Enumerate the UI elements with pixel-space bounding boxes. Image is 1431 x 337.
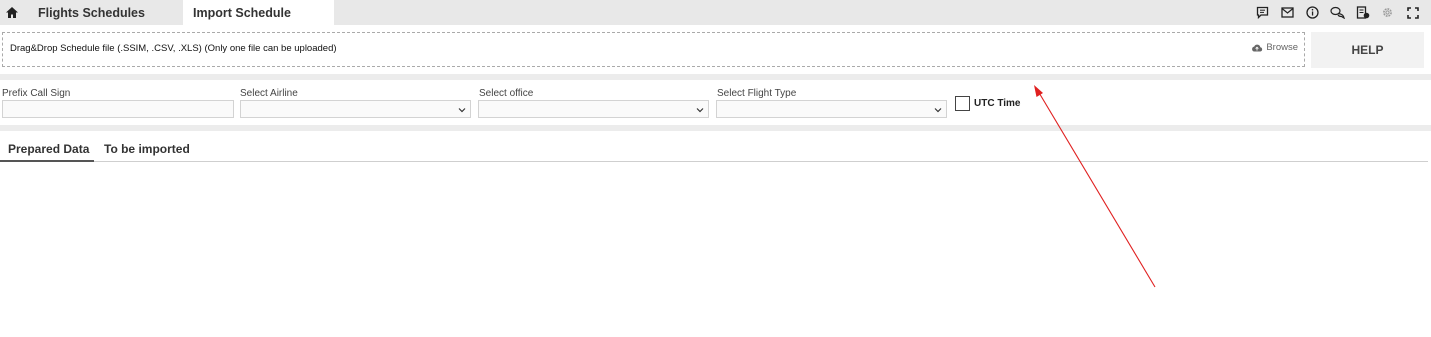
- prefix-call-sign-label: Prefix Call Sign: [2, 88, 71, 99]
- mail-icon: [1281, 7, 1294, 18]
- annotation-arrow-shaft: [1037, 90, 1156, 288]
- report-icon: [1356, 6, 1369, 19]
- info-button[interactable]: [1300, 0, 1325, 25]
- browse-button[interactable]: Browse: [1251, 42, 1298, 53]
- home-icon: [6, 7, 18, 18]
- report-button[interactable]: [1350, 0, 1375, 25]
- tab-strip-border: [0, 161, 1428, 162]
- airline-select-label: Select Airline: [240, 88, 298, 99]
- file-drop-zone[interactable]: Drag&Drop Schedule file (.SSIM, .CSV, .X…: [2, 32, 1305, 67]
- settings-button[interactable]: [1375, 0, 1400, 25]
- tab-to-be-imported[interactable]: To be imported: [104, 142, 190, 156]
- info-icon: [1306, 6, 1319, 19]
- active-tab-indicator: [0, 160, 94, 162]
- mail-button[interactable]: [1275, 0, 1300, 25]
- flight-type-select-label: Select Flight Type: [717, 88, 797, 99]
- tab-import-schedule[interactable]: Import Schedule: [183, 0, 334, 25]
- flight-type-select[interactable]: [716, 100, 947, 118]
- drop-zone-text: Drag&Drop Schedule file (.SSIM, .CSV, .X…: [10, 43, 337, 54]
- office-select-label: Select office: [479, 88, 534, 99]
- fullscreen-button[interactable]: [1400, 0, 1425, 25]
- section-divider: [0, 74, 1431, 80]
- prefix-call-sign-input[interactable]: [3, 103, 233, 120]
- chevron-down-icon: [458, 108, 466, 113]
- cloud-upload-icon: [1252, 44, 1263, 52]
- annotation-arrow-head: [1034, 85, 1043, 97]
- section-divider: [0, 125, 1431, 131]
- office-select[interactable]: [478, 100, 709, 118]
- home-button[interactable]: [0, 0, 24, 25]
- tab-prepared-data[interactable]: Prepared Data: [8, 142, 89, 156]
- message-icon: [1256, 6, 1269, 19]
- tab-flights-schedules[interactable]: Flights Schedules: [28, 0, 182, 25]
- toolbar-icons: [1250, 0, 1425, 25]
- chat-button[interactable]: [1325, 0, 1350, 25]
- message-button[interactable]: [1250, 0, 1275, 25]
- chat-icon: [1330, 6, 1345, 19]
- chevron-down-icon: [934, 108, 942, 113]
- help-button[interactable]: HELP: [1311, 32, 1424, 68]
- prefix-call-sign-field: [2, 100, 234, 120]
- browse-label: Browse: [1266, 42, 1298, 53]
- chevron-down-icon: [696, 108, 704, 113]
- airline-select[interactable]: [240, 100, 471, 118]
- gear-icon: [1383, 8, 1392, 17]
- fullscreen-icon: [1406, 6, 1419, 19]
- utc-time-label: UTC Time: [974, 98, 1021, 109]
- utc-time-checkbox[interactable]: [955, 96, 970, 111]
- top-tab-bar: Flights Schedules Import Schedule: [0, 0, 1431, 25]
